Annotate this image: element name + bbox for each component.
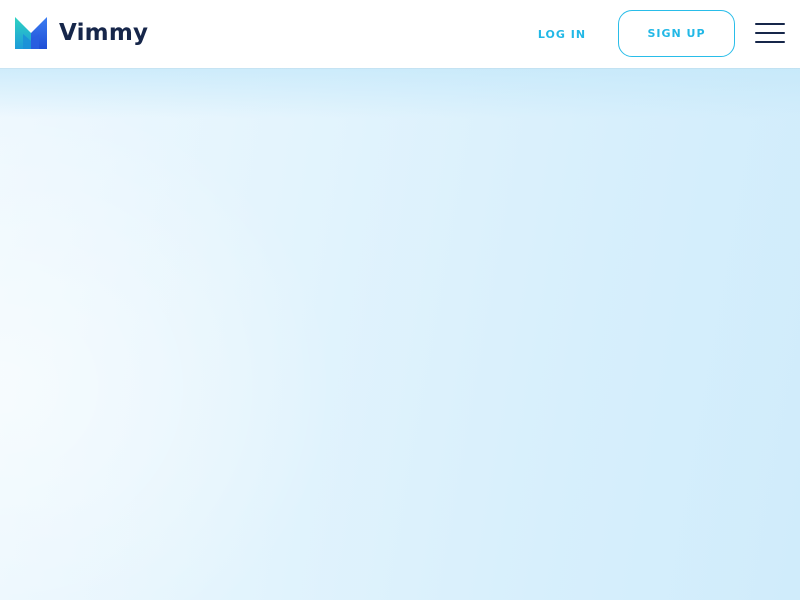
- brand-name: Vimmy: [59, 20, 149, 46]
- login-link[interactable]: LOG IN: [528, 22, 596, 46]
- hero-section: [0, 68, 800, 600]
- site-header: Vimmy LOG IN SIGN UP: [0, 0, 800, 68]
- brand-home-link[interactable]: Vimmy: [15, 17, 148, 49]
- hero-top-shade: [0, 68, 800, 118]
- vimmy-logo-icon: [15, 17, 47, 49]
- signup-button[interactable]: SIGN UP: [618, 10, 735, 57]
- hamburger-menu-button[interactable]: [752, 19, 788, 49]
